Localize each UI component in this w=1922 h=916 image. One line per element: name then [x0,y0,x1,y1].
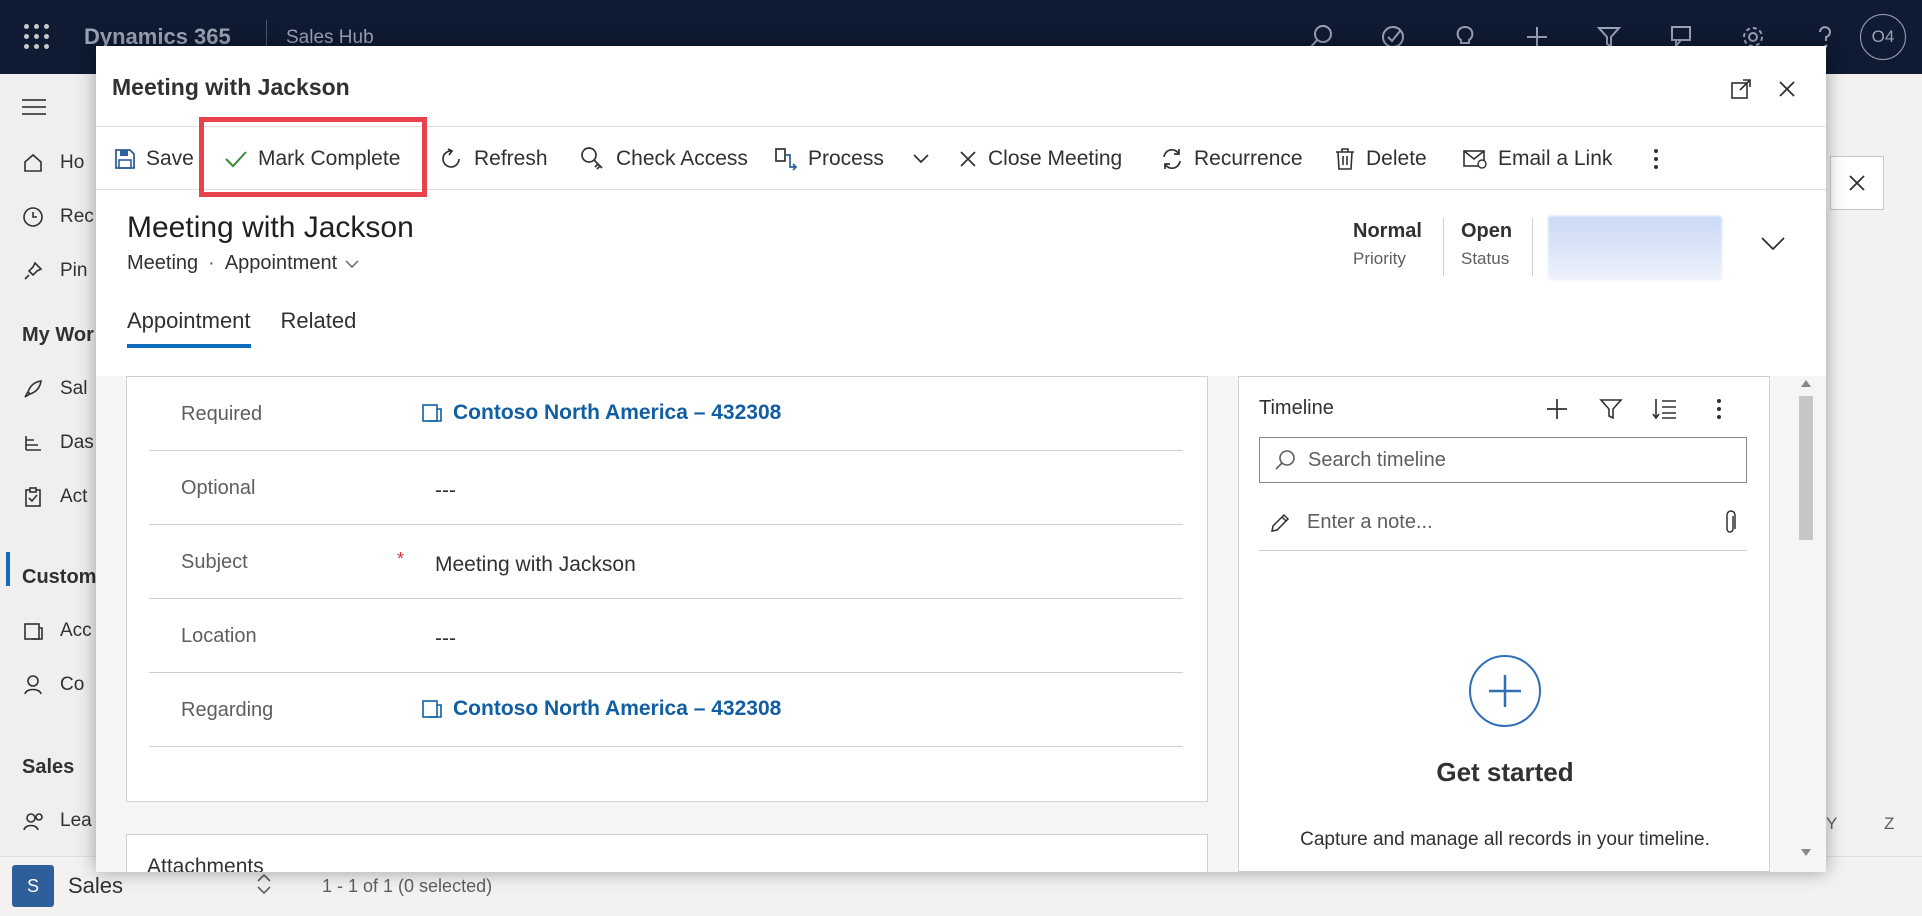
attachments-card: Attachments [126,834,1208,872]
nav-item-accounts[interactable]: Acc [22,620,92,642]
nav-item-label: Das [60,432,94,453]
scroll-down-arrow[interactable] [1801,849,1811,856]
user-avatar[interactable]: O4 [1860,14,1906,60]
nav-item-label: Ho [60,152,85,173]
required-marker: * [397,549,405,569]
field-row-subject: Subject * Meeting with Jackson [149,525,1183,599]
close-icon [1849,175,1865,191]
timeline-title: Timeline [1259,397,1334,419]
timeline-note-input[interactable]: Enter a note... [1259,495,1747,551]
alpha-index-y[interactable]: Y [1826,814,1837,834]
scroll-thumb[interactable] [1799,396,1813,540]
nav-section-my-work: My Wor [22,324,94,346]
timeline-search-input[interactable] [1308,448,1708,472]
subject-value[interactable]: Meeting with Jackson [435,553,636,577]
chevron-up-down-icon[interactable] [256,872,272,896]
nav-section-customers: Custom [22,566,97,588]
field-row-location: Location --- [149,599,1183,673]
background-close-button[interactable] [1830,156,1884,210]
nav-item-label: Co [60,674,85,695]
dashboard-icon [25,436,41,451]
form-scrollbar[interactable] [1796,376,1816,860]
regarding-label: Regarding [181,699,274,721]
location-value[interactable]: --- [435,627,456,651]
regarding-link[interactable]: Contoso North America – 432308 [421,697,781,721]
mark-complete-highlight-overlay [199,117,427,197]
location-label: Location [181,625,257,647]
regarding-name: Contoso North America – 432308 [453,697,782,720]
nav-active-indicator [6,552,10,586]
pin-icon [24,261,43,280]
nav-item-contacts[interactable]: Co [22,674,84,696]
more-vertical-icon[interactable] [1703,393,1735,425]
list-status-text: 1 - 1 of 1 (0 selected) [322,876,493,896]
field-row-optional: Optional --- [149,451,1183,525]
timeline-empty-title: Get started [1436,757,1574,787]
nav-item-sales-accelerator[interactable]: Sal [22,378,87,400]
timeline-panel: Timeline Enter a note... Get started Cap… [1238,376,1770,872]
paperclip-icon[interactable] [1723,509,1737,536]
sort-list-icon[interactable] [1649,393,1681,425]
timeline-search-box[interactable] [1259,437,1747,483]
account-icon [24,623,43,640]
nav-item-label: Rec [60,206,94,227]
add-icon[interactable] [1541,393,1573,425]
clipboard-icon [25,487,41,507]
nav-item-dashboards[interactable]: Das [22,432,94,454]
pencil-icon [1271,513,1290,532]
nav-item-label: Sal [60,378,88,399]
nav-item-home[interactable]: Ho [22,152,84,174]
scroll-up-arrow[interactable] [1801,380,1811,387]
search-icon [1275,450,1295,470]
app-launcher-icon[interactable] [24,24,50,50]
area-label: Sales [68,873,124,898]
nav-item-leads[interactable]: Lea [22,810,92,832]
timeline-empty-description: Capture and manage all records in your t… [1300,829,1710,850]
optional-label: Optional [181,477,256,499]
area-badge: S [12,865,54,907]
nav-item-pinned[interactable]: Pin [22,260,87,282]
filter-icon[interactable] [1595,393,1627,425]
required-label: Required [181,403,263,425]
required-attendee-name: Contoso North America – 432308 [453,401,782,424]
nav-section-sales: Sales [22,756,75,778]
nav-item-label: Lea [60,810,92,831]
attachments-label: Attachments [147,855,264,872]
field-row-regarding: Regarding Contoso North America – 432308 [149,673,1183,747]
optional-value[interactable]: --- [435,479,456,503]
nav-item-recent[interactable]: Rec [22,206,94,228]
field-row-required: Required Contoso North America – 432308 [149,377,1183,451]
clock-icon [23,207,43,227]
rocket-icon [24,380,42,398]
appointment-form-card: Required Contoso North America – 432308 … [126,376,1208,802]
note-placeholder: Enter a note... [1307,511,1433,533]
person-icon [24,675,42,695]
nav-item-label: Act [60,486,88,507]
account-icon [422,700,442,718]
lead-icon [23,813,43,831]
left-nav: Ho Rec Pin My Wor Sal Das Act Custom Acc… [0,74,96,916]
account-icon [422,404,442,422]
alpha-index-z[interactable]: Z [1884,814,1894,834]
dialog-body: Required Contoso North America – 432308 … [96,46,1826,872]
nav-item-label: Pin [60,260,88,281]
subject-label: Subject [181,551,248,573]
nav-item-activities[interactable]: Act [22,486,87,508]
home-icon [24,153,42,172]
timeline-toolbar [1541,393,1735,425]
get-started-add-icon[interactable] [1469,655,1541,727]
hamburger-icon[interactable] [22,99,46,120]
nav-item-label: Acc [60,620,92,641]
required-attendee-link[interactable]: Contoso North America – 432308 [421,401,781,425]
